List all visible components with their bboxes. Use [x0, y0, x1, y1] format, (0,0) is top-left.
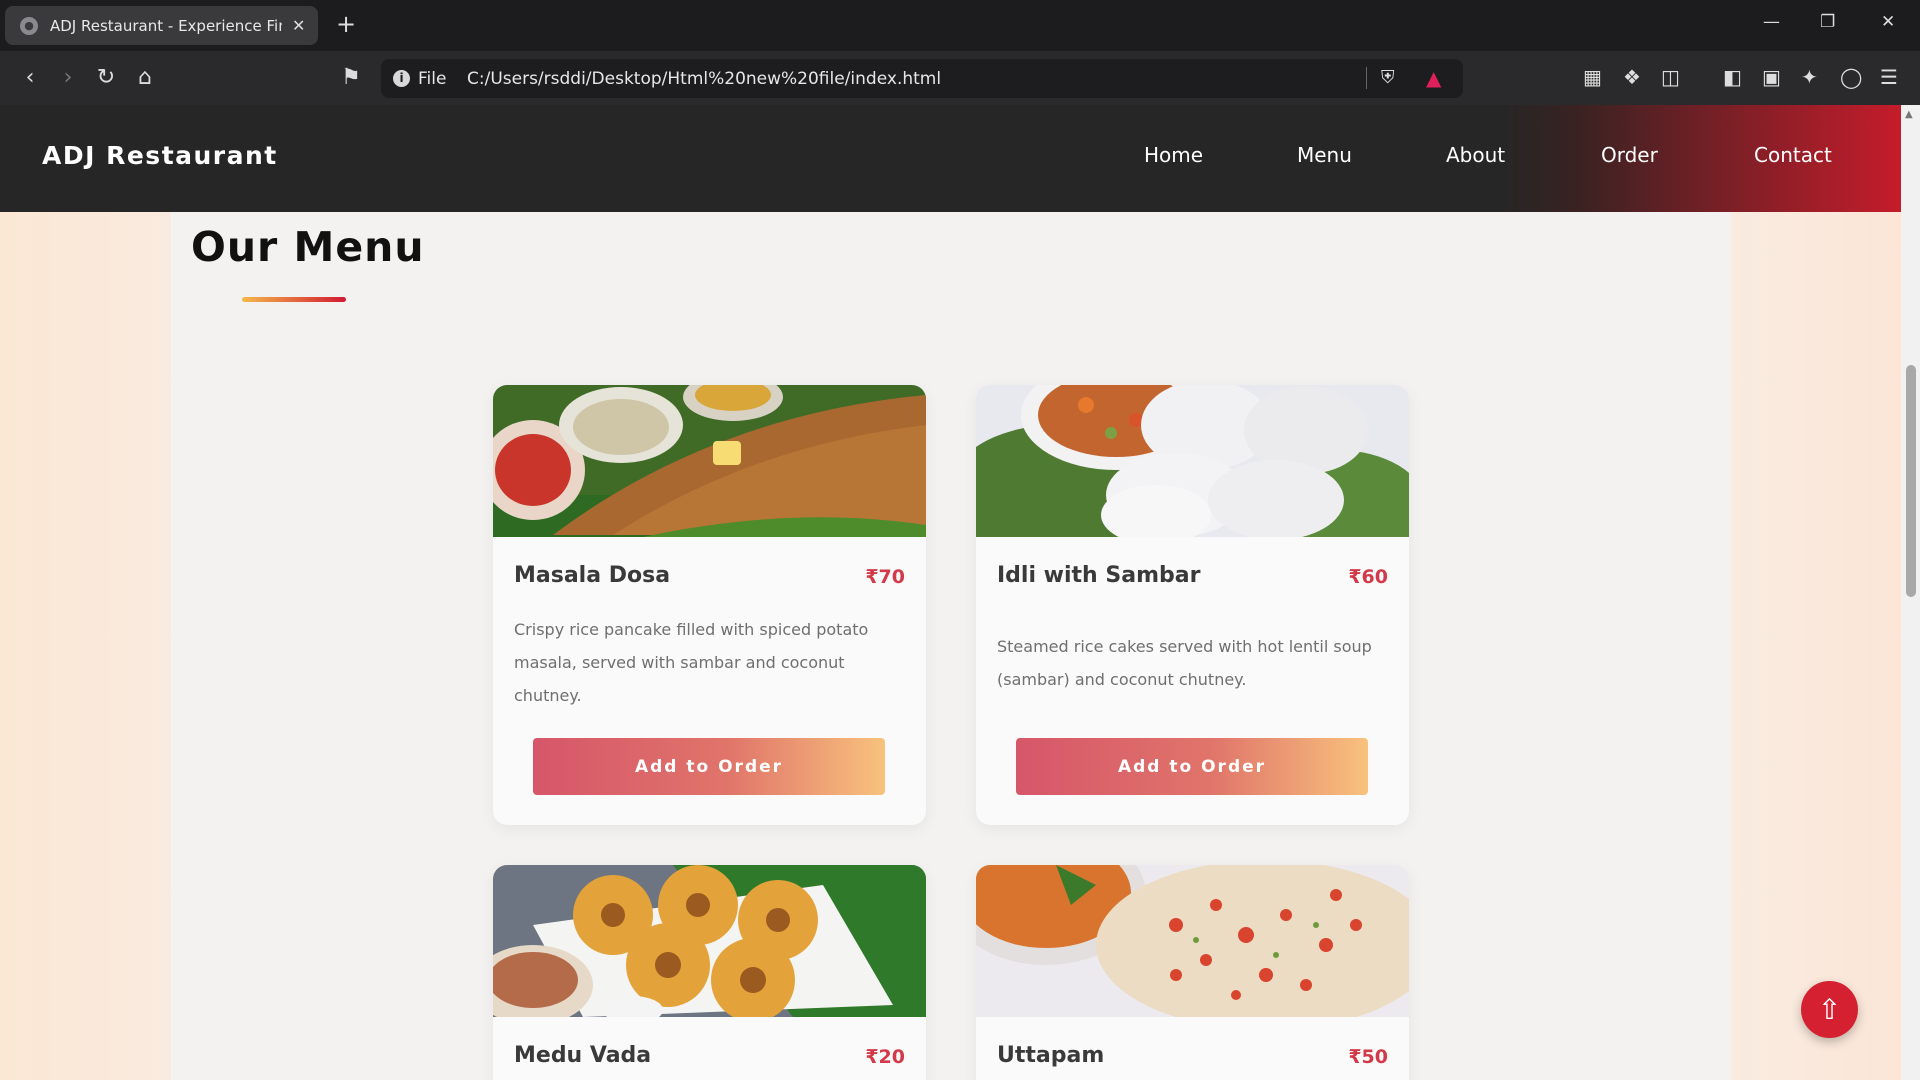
masala-dosa-image	[493, 385, 926, 537]
dish-name: Masala Dosa	[514, 563, 671, 588]
dish-description: Crispy rice pancake filled with spiced p…	[514, 620, 869, 705]
window-close-icon[interactable]: ✕	[1881, 12, 1895, 32]
back-icon[interactable]: ‹	[16, 65, 44, 90]
nav-link-menu[interactable]: Menu	[1297, 143, 1352, 167]
bookmark-icon[interactable]: ⚑	[337, 65, 365, 90]
wallet-icon[interactable]: ▣	[1762, 65, 1781, 89]
title-underline	[242, 297, 346, 302]
menu-section	[171, 212, 1731, 1080]
brave-shield-icon[interactable]: ⛨	[1381, 67, 1395, 88]
site-navbar: ADJ Restaurant Home Menu About Order Con…	[0, 105, 1901, 212]
globe-icon: ●	[20, 16, 38, 35]
dish-description: Steamed rice cakes served with hot lenti…	[997, 637, 1372, 689]
menu-card-uttapam: Uttapam ₹50	[976, 865, 1409, 1080]
add-to-order-button[interactable]: Add to Order	[1016, 738, 1368, 795]
arrow-up-icon: ⇧	[1817, 993, 1842, 1026]
scrollbar-thumb[interactable]	[1906, 365, 1916, 597]
dish-price: ₹20	[865, 1046, 905, 1068]
dish-name: Medu Vada	[514, 1043, 652, 1068]
menu-card-idli-sambar: Idli with Sambar ₹60 Steamed rice cakes …	[976, 385, 1409, 825]
tab-title: ADJ Restaurant - Experience Fine	[50, 16, 282, 35]
nav-link-order[interactable]: Order	[1601, 143, 1658, 167]
minimize-icon[interactable]: —	[1763, 12, 1780, 32]
close-tab-icon[interactable]: ✕	[292, 16, 305, 35]
section-title: Our Menu	[191, 223, 425, 271]
info-icon[interactable]: i	[393, 70, 410, 87]
restore-icon[interactable]: ❐	[1820, 12, 1835, 32]
url-scheme: File	[418, 69, 447, 89]
menu-icon[interactable]: ☰	[1880, 65, 1898, 89]
page-viewport: Our Menu Masala Dosa ₹70 Crispy rice pan…	[0, 105, 1920, 1080]
scroll-up-arrow-icon[interactable]: ▲	[1905, 109, 1913, 120]
sidebar-icon[interactable]: ◧	[1723, 65, 1742, 89]
uttapam-image	[976, 865, 1409, 1017]
menu-card-medu-vada: Medu Vada ₹20	[493, 865, 926, 1080]
browser-tab-bar: ● ADJ Restaurant - Experience Fine ✕ + —…	[0, 0, 1920, 51]
reload-icon[interactable]: ↻	[92, 65, 120, 90]
leo-ai-icon[interactable]: ✦	[1801, 65, 1818, 89]
dish-name: Idli with Sambar	[997, 563, 1201, 588]
dish-price: ₹50	[1348, 1046, 1388, 1068]
home-icon[interactable]: ⌂	[131, 65, 159, 90]
scroll-to-top-button[interactable]: ⇧	[1801, 981, 1858, 1038]
nav-link-about[interactable]: About	[1446, 143, 1505, 167]
url-text[interactable]: C:/Users/rsddi/Desktop/Html%20new%20file…	[467, 69, 941, 89]
nav-link-contact[interactable]: Contact	[1754, 143, 1832, 167]
dish-name: Uttapam	[997, 1043, 1105, 1068]
brave-rewards-icon[interactable]: ▲	[1426, 66, 1441, 90]
address-divider	[1366, 67, 1367, 89]
vpn-icon[interactable]: ◯	[1840, 65, 1862, 89]
dish-price: ₹70	[865, 566, 905, 588]
extension-app-icon[interactable]: ▦	[1583, 65, 1602, 89]
extensions-puzzle-icon[interactable]: ❖	[1623, 65, 1641, 89]
page-search-icon[interactable]: ◫	[1661, 65, 1680, 89]
vertical-scrollbar[interactable]: ▲	[1901, 105, 1920, 1080]
add-to-order-button[interactable]: Add to Order	[533, 738, 885, 795]
nav-link-home[interactable]: Home	[1144, 143, 1203, 167]
address-bar[interactable]: i File C:/Users/rsddi/Desktop/Html%20new…	[381, 59, 1463, 98]
browser-tab[interactable]: ● ADJ Restaurant - Experience Fine ✕	[5, 6, 318, 45]
dish-price: ₹60	[1348, 566, 1388, 588]
forward-icon[interactable]: ›	[54, 65, 82, 90]
browser-toolbar: ‹ › ↻ ⌂ ⚑ i File C:/Users/rsddi/Desktop/…	[0, 51, 1920, 105]
medu-vada-image	[493, 865, 926, 1017]
new-tab-icon[interactable]: +	[336, 10, 356, 38]
idli-sambar-image	[976, 385, 1409, 537]
menu-card-masala-dosa: Masala Dosa ₹70 Crispy rice pancake fill…	[493, 385, 926, 825]
site-brand[interactable]: ADJ Restaurant	[42, 141, 278, 170]
